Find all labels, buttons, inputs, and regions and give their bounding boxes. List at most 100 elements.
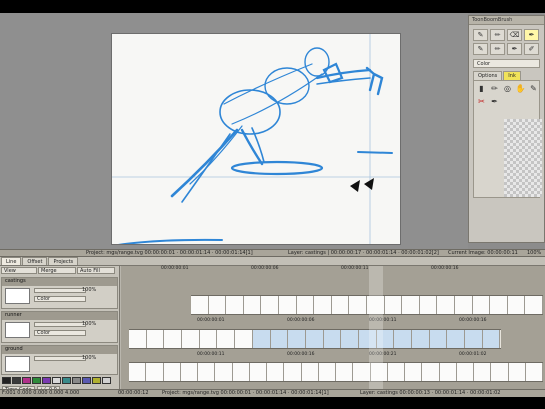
frame-cell[interactable] [349,296,367,314]
layer-ground[interactable]: ground 100% [1,345,118,375]
frame-cell[interactable] [180,363,198,381]
frame-cell[interactable] [261,296,279,314]
frame-cell[interactable] [422,363,440,381]
frame-cell[interactable] [191,296,209,314]
frame-cell[interactable] [284,363,302,381]
frame-cell[interactable] [301,363,319,381]
frame-cell[interactable] [323,330,342,348]
frame-cell[interactable] [146,363,164,381]
tab-projects[interactable]: Projects [48,257,79,265]
frame-cell[interactable] [288,330,306,348]
frame-cell[interactable] [394,330,412,348]
view-dropdown[interactable]: View [1,267,37,274]
autofill-dropdown[interactable]: Auto Fill [77,267,115,274]
pencil-icon[interactable]: ✏ [489,83,500,94]
brush-tool-icon[interactable]: ✎ [473,29,488,41]
layer-mode-select[interactable]: Color [34,296,86,302]
frame-cell[interactable] [243,296,262,314]
color-swatch[interactable] [32,377,41,384]
frame-cell[interactable] [296,296,315,314]
frame-cell[interactable] [217,330,236,348]
frame-cell[interactable] [456,363,474,381]
frame-cell[interactable] [429,330,448,348]
color-swatch[interactable] [102,377,111,384]
stroke-tool-icon[interactable]: ✐ [524,43,539,55]
frame-cell[interactable] [437,296,455,314]
color-swatch[interactable] [92,377,101,384]
layer-castings[interactable]: castings 100% Color [1,277,118,309]
frame-cell[interactable] [482,330,501,348]
tab-line[interactable]: Line [1,257,22,265]
frame-cell[interactable] [267,363,285,381]
merge-dropdown[interactable]: Merge [38,267,76,274]
frame-cell[interactable] [336,363,354,381]
frame-cell[interactable] [491,363,509,381]
frame-cell[interactable] [507,296,526,314]
frame-cell[interactable] [305,330,324,348]
color-swatch[interactable] [72,377,81,384]
frame-cell[interactable] [199,330,218,348]
playhead[interactable] [369,266,383,397]
color-selector[interactable]: Color [473,59,540,68]
frame-cell[interactable] [402,296,420,314]
frame-cell[interactable] [270,330,289,348]
layer-mode-select[interactable]: Color [34,330,86,336]
frame-cell[interactable] [164,330,183,348]
frame-cell[interactable] [129,363,147,381]
opacity-slider[interactable] [34,288,86,293]
brush-icon[interactable]: ▮ [476,83,487,94]
color-swatch[interactable] [62,377,71,384]
frame-cell[interactable] [447,330,466,348]
ink-tool-icon[interactable]: ✒ [507,43,522,55]
frame-cell[interactable] [419,296,438,314]
pen-icon[interactable]: ✒ [489,96,500,107]
frame-cell[interactable] [412,330,430,348]
lasso-icon[interactable]: ◎ [502,83,513,94]
frame-cell[interactable] [232,363,250,381]
castings-frame-strip[interactable] [191,295,543,315]
frame-cell[interactable] [278,296,297,314]
hand-icon[interactable]: ✋ [515,83,526,94]
frame-cell[interactable] [314,296,332,314]
frame-cell[interactable] [490,296,508,314]
pencil-tool-icon-2[interactable]: ✏ [490,43,505,55]
opacity-slider[interactable] [34,356,86,361]
color-swatch[interactable] [22,377,31,384]
ground-frame-strip[interactable] [129,362,543,382]
frame-cell[interactable] [129,330,147,348]
tab-options[interactable]: Options [473,71,503,80]
frame-cell[interactable] [525,296,543,314]
frame-cell[interactable] [215,363,233,381]
frame-cell[interactable] [525,363,543,381]
frame-cell[interactable] [235,330,253,348]
brush-tool-icon-2[interactable]: ✎ [473,43,488,55]
frame-cell[interactable] [405,363,423,381]
color-swatch[interactable] [2,377,11,384]
frame-cell[interactable] [465,330,483,348]
color-swatch[interactable] [42,377,51,384]
paint-tool-icon[interactable]: ✒ [524,29,539,41]
tab-ink[interactable]: Ink [503,71,521,80]
pencil-icon-2[interactable]: ✎ [528,83,539,94]
frame-cell[interactable] [454,296,473,314]
frame-cell[interactable] [387,363,405,381]
frame-cell[interactable] [472,296,491,314]
color-swatch[interactable] [52,377,61,384]
eraser-icon[interactable]: ✂ [476,96,487,107]
runner-frame-strip[interactable] [129,329,501,349]
frame-cell[interactable] [353,363,371,381]
opacity-slider[interactable] [34,322,86,327]
color-swatch[interactable] [12,377,21,384]
frame-cell[interactable] [508,363,526,381]
layer-runner[interactable]: runner 100% Color [1,311,118,343]
frame-cell[interactable] [182,330,200,348]
frame-cell[interactable] [163,363,181,381]
frame-cell[interactable] [318,363,336,381]
tab-offset[interactable]: Offset [22,257,48,265]
frame-cell[interactable] [252,330,271,348]
frame-cell[interactable] [208,296,227,314]
drawing-canvas[interactable] [111,33,401,245]
frame-cell[interactable] [198,363,216,381]
frame-cell[interactable] [249,363,267,381]
frame-cell[interactable] [474,363,492,381]
